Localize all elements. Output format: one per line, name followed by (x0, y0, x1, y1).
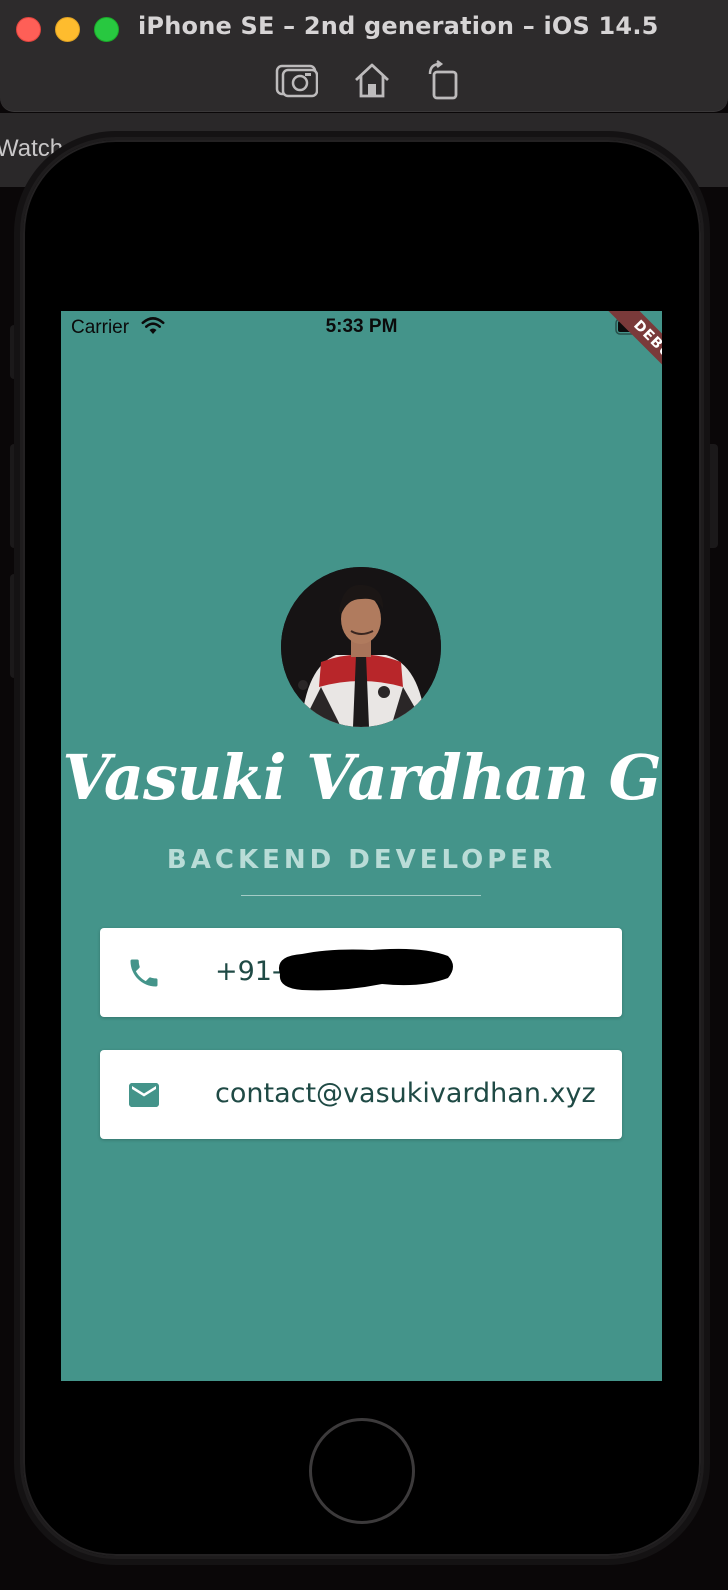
screenshot-button[interactable] (274, 60, 319, 100)
profile-name: Vasuki Vardhan G (62, 741, 661, 814)
device-home-button[interactable] (309, 1418, 415, 1524)
volume-down-button (10, 574, 20, 678)
home-icon (355, 63, 389, 98)
profile-role: BACKEND DEVELOPER (166, 845, 557, 875)
status-time: 5:33 PM (325, 316, 398, 337)
redaction-mark (272, 944, 456, 994)
profile-photo (281, 567, 441, 727)
home-toolbar-button[interactable] (350, 60, 394, 100)
name-divider (241, 895, 481, 896)
app-screen: Carrier 5:33 PM DEBUG Vasuki Vardhan G B… (61, 311, 662, 1381)
camera-icon (275, 64, 319, 98)
power-button (708, 444, 718, 548)
avatar (281, 567, 441, 727)
rotate-icon (428, 60, 458, 100)
close-window-button[interactable] (16, 17, 41, 42)
mute-switch (10, 325, 20, 379)
phone-icon (126, 955, 162, 991)
minimize-window-button[interactable] (55, 17, 80, 42)
mail-icon (126, 1077, 162, 1113)
simulator-titlebar: iPhone SE – 2nd generation – iOS 14.5 (0, 0, 728, 112)
volume-up-button (10, 444, 20, 548)
email-card[interactable]: contact@vasukivardhan.xyz (100, 1050, 622, 1139)
simulator-title: iPhone SE – 2nd generation – iOS 14.5 (138, 12, 659, 40)
zoom-window-button[interactable] (94, 17, 119, 42)
status-bar: Carrier 5:33 PM (61, 311, 662, 343)
email-address: contact@vasukivardhan.xyz (215, 1078, 596, 1109)
rotate-button[interactable] (422, 60, 466, 100)
phone-card[interactable]: +91- (100, 928, 622, 1017)
